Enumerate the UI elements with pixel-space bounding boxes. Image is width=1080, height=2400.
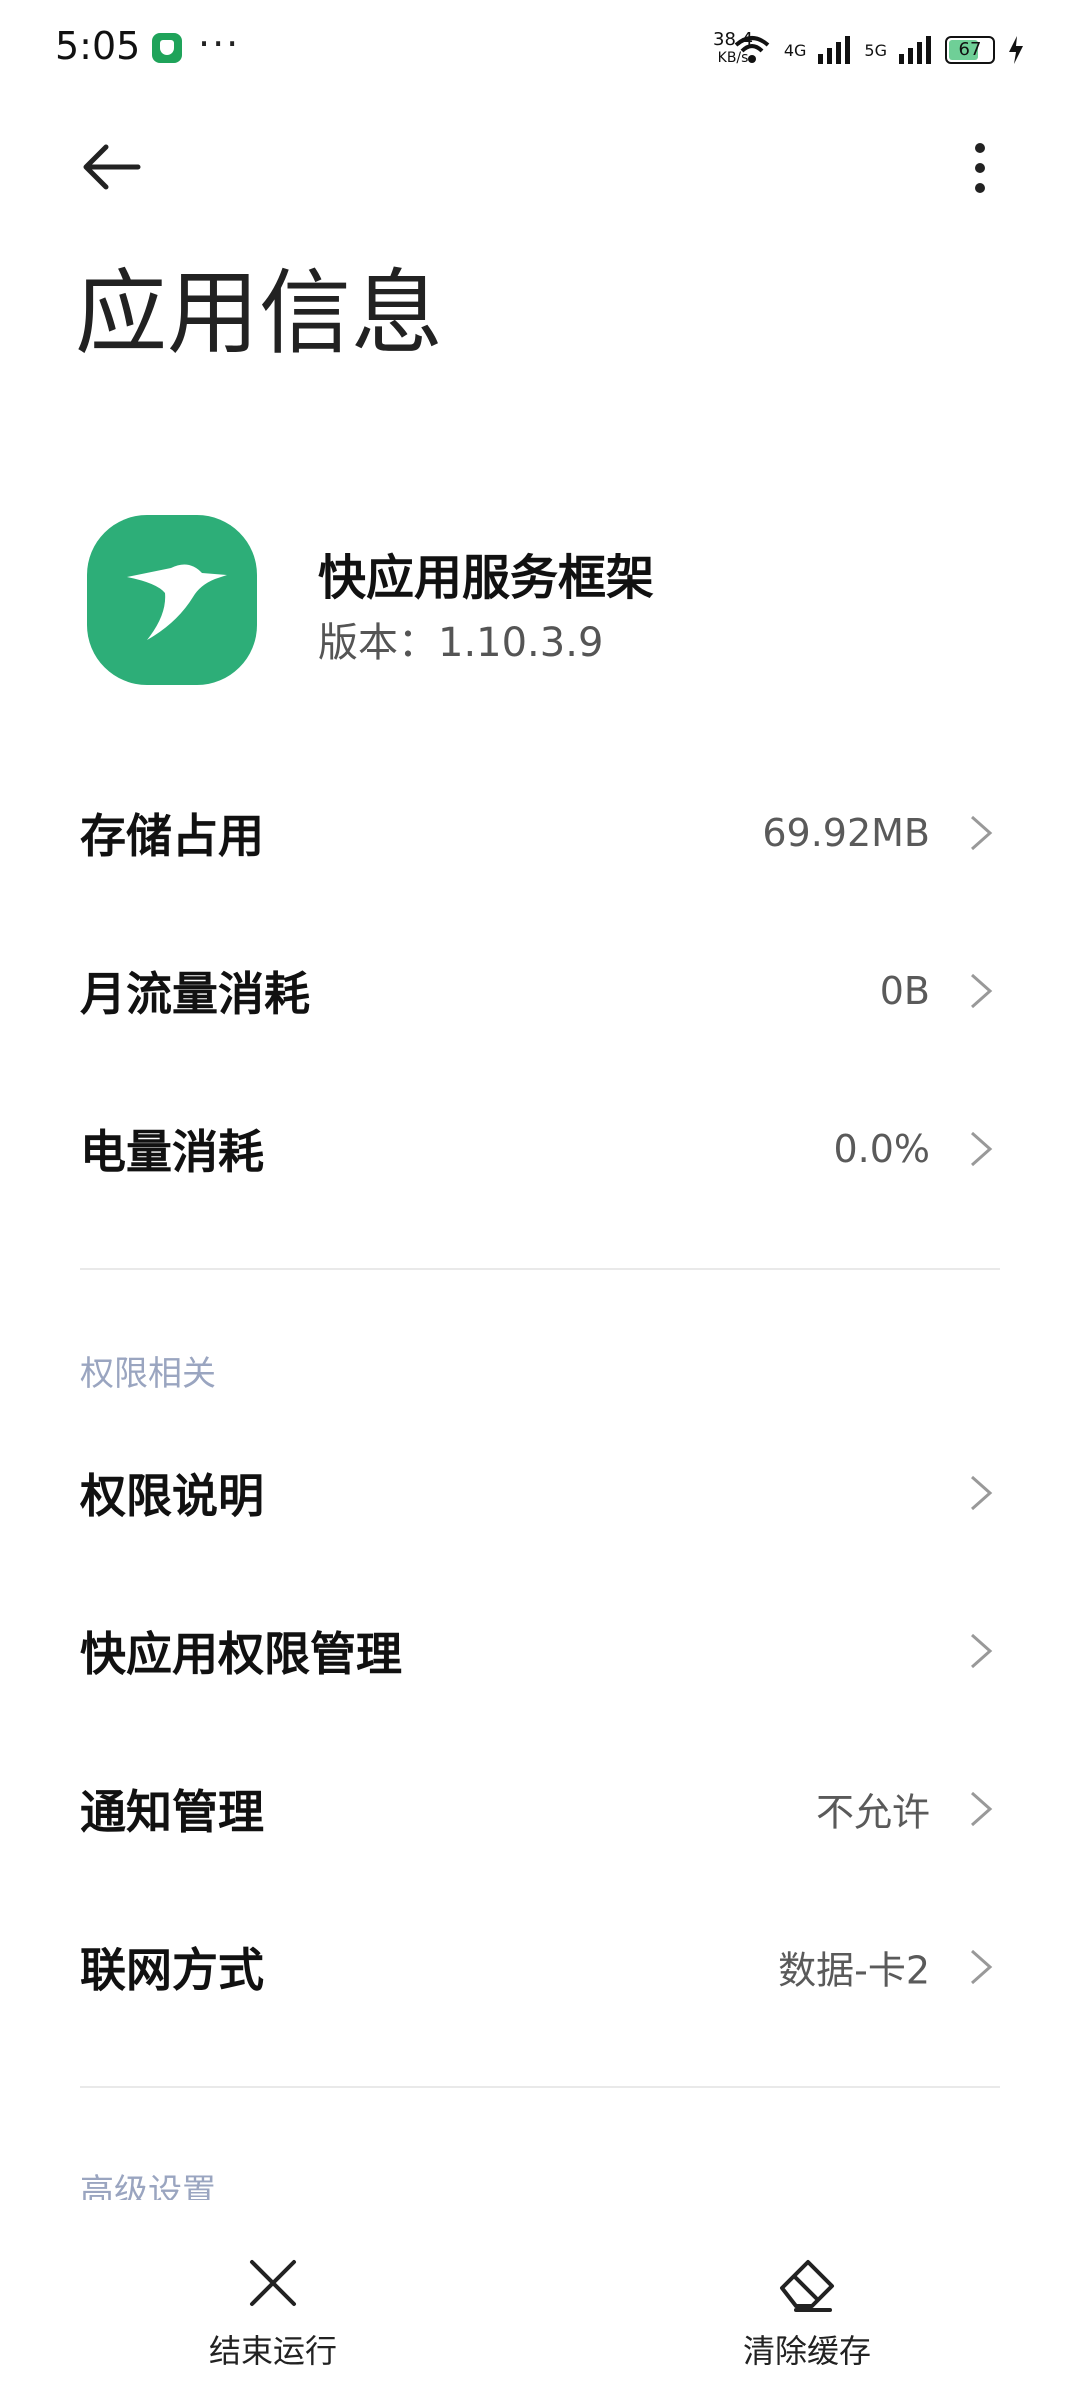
clear-cache-label: 清除缓存 — [742, 2332, 871, 2370]
row-permission-management[interactable]: 快应用权限管理 — [0, 1576, 1080, 1726]
app-name: 快应用服务框架 — [318, 550, 655, 606]
row-label: 月流量消耗 — [80, 967, 310, 1021]
status-icons: 4G 5G 67 — [732, 30, 1025, 70]
battery-icon: 67 — [945, 36, 995, 64]
row-value: 0.0% — [833, 1127, 930, 1171]
shield-icon — [152, 33, 182, 63]
row-network-mode[interactable]: 联网方式 数据-卡2 — [0, 1892, 1080, 2042]
row-storage[interactable]: 存储占用 69.92MB — [0, 758, 1080, 908]
chevron-right-icon — [971, 1633, 993, 1669]
battery-level: 67 — [958, 39, 982, 60]
clear-cache-button[interactable]: 清除缓存 — [677, 2250, 937, 2372]
row-label: 联网方式 — [80, 1943, 264, 1997]
row-label: 权限说明 — [80, 1469, 264, 1523]
divider — [80, 1268, 1000, 1270]
row-label: 快应用权限管理 — [80, 1627, 402, 1681]
signal-5g-label: 5G — [864, 40, 887, 60]
status-bar: 5:05 ··· 38.4 KB/s 4G 5G 67 — [0, 0, 1080, 100]
stop-app-label: 结束运行 — [208, 2332, 337, 2370]
chevron-right-icon — [971, 973, 993, 1009]
row-value: 0B — [879, 969, 930, 1013]
notification-more-icon: ··· — [198, 22, 241, 66]
divider — [80, 2086, 1000, 2088]
close-icon — [250, 2260, 296, 2306]
signal-4g-label: 4G — [783, 40, 807, 60]
chevron-right-icon — [971, 1949, 993, 1985]
row-value: 69.92MB — [762, 811, 930, 855]
row-notification-management[interactable]: 通知管理 不允许 — [0, 1734, 1080, 1884]
row-monthly-data[interactable]: 月流量消耗 0B — [0, 916, 1080, 1066]
row-label: 通知管理 — [80, 1785, 264, 1839]
status-time: 5:05 — [55, 24, 141, 68]
stop-app-button[interactable]: 结束运行 — [143, 2250, 403, 2372]
charging-bolt-icon — [1009, 36, 1023, 64]
row-battery-usage[interactable]: 电量消耗 0.0% — [0, 1074, 1080, 1224]
eraser-icon — [780, 2260, 834, 2312]
signal-bars-icon — [818, 36, 851, 64]
row-label: 存储占用 — [80, 809, 264, 863]
chevron-right-icon — [971, 1131, 993, 1167]
row-value: 不允许 — [815, 1790, 930, 1835]
arrow-left-icon[interactable] — [78, 132, 148, 202]
chevron-right-icon — [971, 1475, 993, 1511]
page-title: 应用信息 — [75, 260, 444, 367]
app-icon — [87, 515, 257, 685]
app-version: 版本：1.10.3.9 — [318, 620, 604, 666]
hummingbird-icon — [127, 564, 227, 640]
chevron-right-icon — [971, 1791, 993, 1827]
wifi-icon — [734, 36, 770, 63]
row-label: 电量消耗 — [80, 1125, 264, 1179]
more-vertical-icon[interactable] — [960, 138, 1000, 198]
row-permission-info[interactable]: 权限说明 — [0, 1418, 1080, 1568]
chevron-right-icon — [971, 815, 993, 851]
signal-bars-icon — [899, 36, 931, 64]
row-value: 数据-卡2 — [778, 1948, 930, 1993]
bottom-action-bar: 结束运行 清除缓存 — [0, 2200, 1080, 2400]
section-permissions: 权限相关 — [80, 1354, 216, 1394]
